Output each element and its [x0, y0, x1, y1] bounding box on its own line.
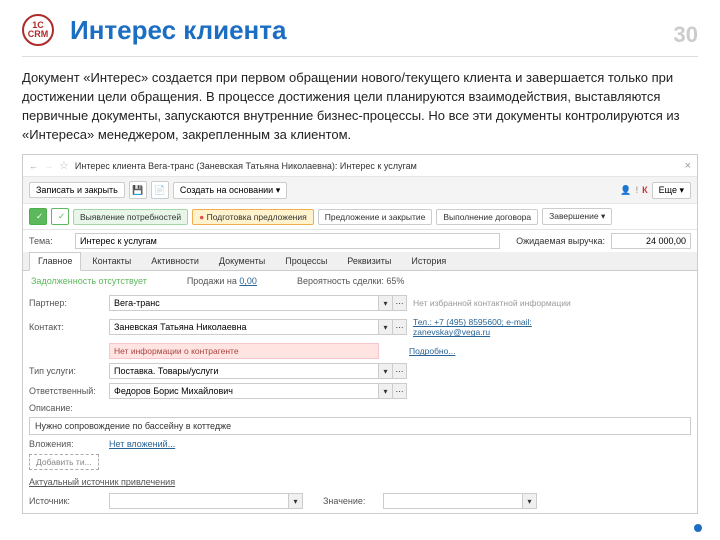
- desc-label: Описание:: [29, 403, 109, 413]
- source-dropdown[interactable]: ▾: [289, 493, 303, 509]
- stage-3[interactable]: Предложение и закрытие: [318, 209, 433, 225]
- stage-4[interactable]: Выполнение договора: [436, 209, 538, 225]
- source-section-header: Актуальный источник привлечения: [23, 473, 697, 491]
- stage-5[interactable]: Завершение ▾: [542, 208, 612, 225]
- probability: Вероятность сделки: 65%: [297, 276, 405, 286]
- topic-label: Тема:: [29, 236, 69, 246]
- debt-status: Задолженность отсутствует: [31, 276, 147, 286]
- description-textarea[interactable]: Нужно сопровождение по бассейну в коттед…: [29, 417, 691, 435]
- contact-input[interactable]: [109, 319, 379, 335]
- decorative-dot: [694, 524, 702, 532]
- topic-input[interactable]: [75, 233, 500, 249]
- tab-contacts[interactable]: Контакты: [83, 252, 140, 270]
- k-button[interactable]: К: [642, 185, 648, 195]
- resp-dropdown[interactable]: ▾: [379, 383, 393, 399]
- print-button[interactable]: 📄: [151, 181, 169, 199]
- back-icon[interactable]: ←: [29, 161, 38, 171]
- stage-2[interactable]: ● Подготовка предложения: [192, 209, 314, 225]
- resp-label: Ответственный:: [29, 386, 109, 396]
- contact-open[interactable]: ⋯: [393, 319, 407, 335]
- no-contact-info: Нет избранной контактной информации: [407, 296, 587, 310]
- contact-label: Контакт:: [29, 322, 109, 332]
- stage-1[interactable]: Выявление потребностей: [73, 209, 188, 225]
- contact-phone: Тел.: +7 (495) 8595600; e-mail: zanevska…: [407, 315, 587, 339]
- resp-open[interactable]: ⋯: [393, 383, 407, 399]
- fwd-icon[interactable]: →: [44, 161, 53, 171]
- tab-processes[interactable]: Процессы: [276, 252, 336, 270]
- user-icon[interactable]: 👤: [620, 185, 631, 196]
- type-open[interactable]: ⋯: [393, 363, 407, 379]
- sales-link[interactable]: 0,00: [239, 276, 257, 286]
- type-dropdown[interactable]: ▾: [379, 363, 393, 379]
- star-icon[interactable]: ☆: [59, 159, 69, 172]
- more-button[interactable]: Еще ▾: [652, 182, 691, 199]
- value-dropdown[interactable]: ▾: [523, 493, 537, 509]
- tab-activities[interactable]: Активности: [142, 252, 208, 270]
- flag-icon[interactable]: !: [636, 185, 639, 195]
- type-input[interactable]: [109, 363, 379, 379]
- revenue-label: Ожидаемая выручка:: [516, 236, 605, 246]
- more-link[interactable]: Подробно...: [409, 346, 455, 356]
- logo: 1C CRM: [22, 14, 54, 46]
- save-close-button[interactable]: Записать и закрыть: [29, 182, 125, 198]
- tab-requisites[interactable]: Реквизиты: [338, 252, 400, 270]
- tab-main[interactable]: Главное: [29, 252, 81, 271]
- save-button[interactable]: 💾: [129, 181, 147, 199]
- add-file-button[interactable]: Добавить ти...: [29, 454, 99, 470]
- page-number: 30: [674, 22, 698, 48]
- revenue-input[interactable]: [611, 233, 691, 249]
- partner-label: Партнер:: [29, 298, 109, 308]
- window-title: Интерес клиента Вега-транс (Заневская Та…: [75, 161, 417, 171]
- partner-input[interactable]: [109, 295, 379, 311]
- crm-window: ← → ☆ Интерес клиента Вега-транс (Заневс…: [22, 154, 698, 514]
- attach-label: Вложения:: [29, 439, 109, 449]
- page-title: Интерес клиента: [70, 15, 286, 46]
- tab-history[interactable]: История: [402, 252, 455, 270]
- contact-dropdown[interactable]: ▾: [379, 319, 393, 335]
- sales-info: Продажи на 0,00: [187, 276, 257, 286]
- tab-documents[interactable]: Документы: [210, 252, 274, 270]
- stage-check-done[interactable]: ✓: [29, 208, 47, 225]
- source-input[interactable]: [109, 493, 289, 509]
- value-input[interactable]: [383, 493, 523, 509]
- create-based-button[interactable]: Создать на основании ▾: [173, 182, 287, 199]
- divider: [22, 56, 698, 57]
- source-label: Источник:: [29, 496, 109, 506]
- close-icon[interactable]: ×: [685, 160, 691, 172]
- resp-input[interactable]: [109, 383, 379, 399]
- partner-open[interactable]: ⋯: [393, 295, 407, 311]
- stage-check-next[interactable]: ✓: [51, 208, 69, 225]
- partner-dropdown[interactable]: ▾: [379, 295, 393, 311]
- type-label: Тип услуги:: [29, 366, 109, 376]
- attachments-link[interactable]: Нет вложений...: [109, 439, 175, 449]
- contragent-warning: Нет информации о контрагенте: [109, 343, 379, 359]
- value-label: Значение:: [323, 496, 383, 506]
- description: Документ «Интерес» создается при первом …: [22, 69, 698, 144]
